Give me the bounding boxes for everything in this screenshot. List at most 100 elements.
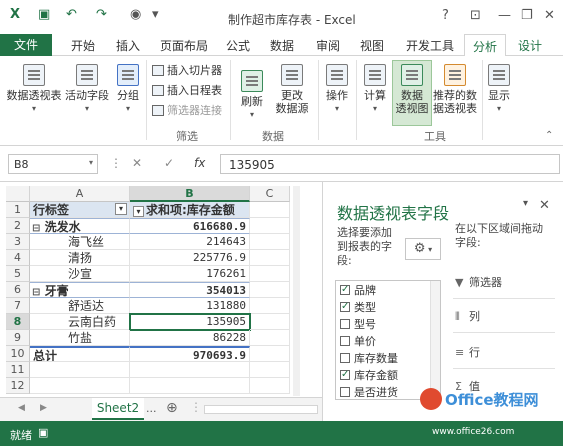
close-pane-icon[interactable]: ✕ <box>539 198 550 213</box>
cell[interactable] <box>250 298 290 314</box>
area-rows[interactable]: ≡ 行 <box>455 344 480 360</box>
more-sheets-button[interactable]: ... <box>146 402 157 415</box>
cancel-icon[interactable]: ✕ <box>132 156 142 170</box>
field-item[interactable]: 品牌 <box>340 282 376 299</box>
area-columns[interactable]: ⦀ 列 <box>455 308 480 324</box>
row-header[interactable]: 10 <box>6 346 30 362</box>
name-box[interactable]: B8 ▾ <box>8 154 98 174</box>
row-header[interactable]: 1 <box>6 202 30 218</box>
active-cell[interactable]: 135905 <box>129 313 251 331</box>
pivot-item-row[interactable]: 舒适达 <box>30 298 130 314</box>
cell[interactable]: 176261 <box>130 266 250 282</box>
formula-input[interactable]: 135905 <box>220 154 560 174</box>
field-settings-button[interactable]: ⚙ ▾ <box>405 238 441 260</box>
pane-options-icon[interactable]: ▾ <box>523 198 528 209</box>
cell[interactable]: 131880 <box>130 298 250 314</box>
enter-icon[interactable]: ✓ <box>164 156 174 170</box>
cell[interactable] <box>250 330 290 346</box>
refresh-button[interactable]: 刷新 ▾ <box>236 70 268 121</box>
previous-sheet-icon[interactable]: ◀ <box>18 403 25 413</box>
cell[interactable] <box>30 378 130 394</box>
field-item[interactable]: 单价 <box>340 334 376 350</box>
cell[interactable] <box>30 362 130 378</box>
checkbox[interactable] <box>340 319 350 329</box>
close-button[interactable]: ✕ <box>544 8 555 23</box>
column-header-a[interactable]: A <box>30 186 130 202</box>
tab-data[interactable]: 数据 <box>270 37 294 54</box>
collapse-icon[interactable]: ⊟ <box>32 287 40 297</box>
vertical-scrollbar[interactable] <box>293 186 300 396</box>
restore-button[interactable]: ❐ <box>521 8 533 23</box>
actions-button[interactable]: 操作 ▾ <box>322 64 352 115</box>
tab-view[interactable]: 视图 <box>360 37 384 54</box>
cell[interactable]: 214643 <box>130 234 250 250</box>
customize-qat-icon[interactable]: ▾ <box>152 7 159 22</box>
row-header[interactable]: 9 <box>6 330 30 346</box>
show-button[interactable]: 显示 ▾ <box>486 64 512 115</box>
field-item[interactable]: 型号 <box>340 317 376 333</box>
cell[interactable] <box>250 314 290 330</box>
row-header[interactable]: 11 <box>6 362 30 378</box>
select-all-corner[interactable] <box>6 186 30 202</box>
camera-icon[interactable]: ◉ <box>130 7 141 22</box>
tab-analyze[interactable]: 分析 <box>464 34 507 57</box>
grand-total-value[interactable]: 970693.9 <box>130 346 250 362</box>
cell[interactable] <box>130 362 250 378</box>
cell[interactable]: 86228 <box>130 330 250 346</box>
insert-slicer-button[interactable]: 插入切片器 <box>152 62 222 78</box>
calculations-button[interactable]: 计算 ▾ <box>360 64 390 115</box>
field-item[interactable]: 类型 <box>340 299 376 316</box>
checkbox[interactable] <box>340 367 350 383</box>
next-sheet-icon[interactable]: ▶ <box>40 403 47 413</box>
undo-icon[interactable]: ↶ <box>66 7 77 22</box>
save-icon[interactable]: ▣ <box>38 7 50 22</box>
cell[interactable] <box>250 378 290 394</box>
field-list-scrollbar[interactable] <box>430 281 440 399</box>
cell[interactable]: 616680.9 <box>130 218 250 234</box>
collapse-icon[interactable]: ⊟ <box>32 223 40 233</box>
row-header[interactable]: 12 <box>6 378 30 394</box>
pivot-item-row[interactable]: 云南白药 <box>30 314 130 330</box>
checkbox[interactable] <box>340 282 350 298</box>
pivot-table-button[interactable]: 数据透视表 ▾ <box>6 64 62 115</box>
pivot-item-row[interactable]: 竹盐 <box>30 330 130 346</box>
field-list[interactable]: 品牌 类型 型号 单价 库存数量 库存金额 是否进货 <box>335 280 441 400</box>
row-header[interactable]: 2 <box>6 218 30 234</box>
row-header[interactable]: 3 <box>6 234 30 250</box>
help-button[interactable]: ? <box>442 8 449 23</box>
filter-dropdown-icon[interactable]: ▾ <box>133 206 144 217</box>
tab-formulas[interactable]: 公式 <box>226 37 250 54</box>
cell[interactable] <box>250 218 290 234</box>
tab-design[interactable]: 设计 <box>518 37 542 54</box>
pivot-values-header[interactable]: ▾ 求和项:库存金额 <box>130 202 250 218</box>
pivot-item-row[interactable]: 海飞丝 <box>30 234 130 250</box>
split-handle-icon[interactable]: ⋮ <box>190 400 202 414</box>
pivot-group-row[interactable]: ⊟ 牙膏 <box>30 282 130 298</box>
cell[interactable] <box>250 282 290 298</box>
grand-total-label[interactable]: 总计 <box>30 346 130 362</box>
minimize-button[interactable]: — <box>498 8 511 23</box>
recommended-pivot-tables-button[interactable]: 推荐的数 据透视表 <box>432 64 478 115</box>
filter-dropdown-icon[interactable]: ▾ <box>115 203 127 215</box>
cell[interactable] <box>250 346 290 362</box>
field-item[interactable]: 库存金额 <box>340 367 398 384</box>
insert-timeline-button[interactable]: 插入日程表 <box>152 82 222 98</box>
sheet-tab-sheet2[interactable]: Sheet2 <box>92 398 144 420</box>
tab-file[interactable]: 文件 <box>0 34 52 56</box>
checkbox[interactable] <box>340 387 350 397</box>
cell[interactable] <box>250 362 290 378</box>
redo-icon[interactable]: ↷ <box>96 7 107 22</box>
pivot-item-row[interactable]: 沙宣 <box>30 266 130 282</box>
tab-insert[interactable]: 插入 <box>116 37 140 54</box>
cell[interactable] <box>250 202 290 218</box>
tab-developer[interactable]: 开发工具 <box>406 37 454 54</box>
checkbox[interactable] <box>340 336 350 346</box>
row-header[interactable]: 7 <box>6 298 30 314</box>
horizontal-scrollbar[interactable] <box>204 405 318 414</box>
collapse-ribbon-icon[interactable]: ⌃ <box>545 130 553 141</box>
row-header[interactable]: 8 <box>6 314 30 330</box>
pivot-row-labels-header[interactable]: 行标签 ▾ <box>30 202 130 218</box>
row-header[interactable]: 6 <box>6 282 30 298</box>
cell[interactable]: 354013 <box>130 282 250 298</box>
row-header[interactable]: 5 <box>6 266 30 282</box>
